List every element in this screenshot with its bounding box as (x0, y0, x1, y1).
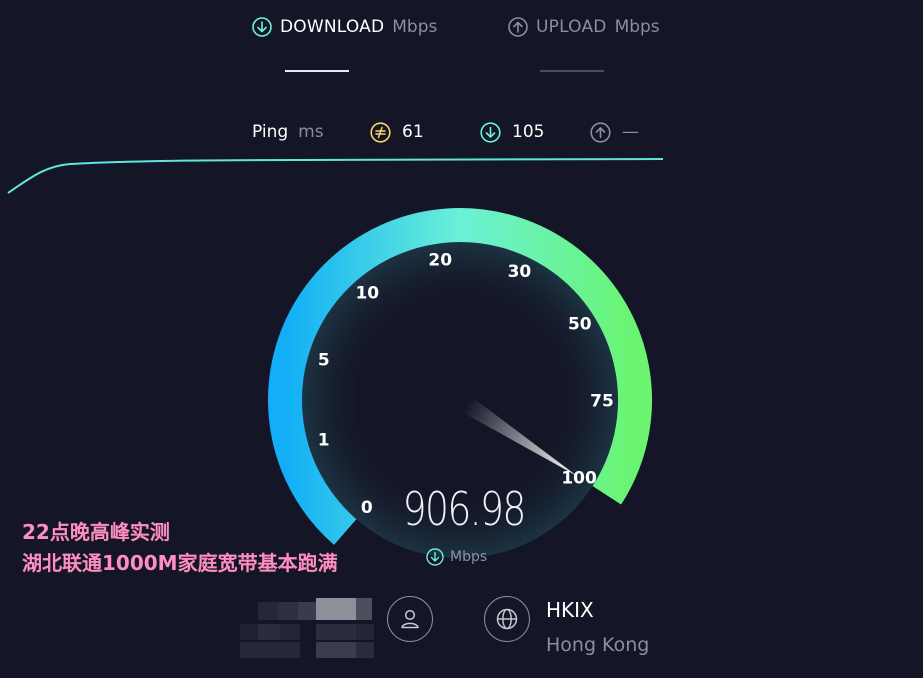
gauge-scale-label: 10 (355, 283, 379, 303)
server-location: Hong Kong (546, 634, 650, 656)
speed-result-unit: Mbps (426, 548, 487, 566)
gauge-scale-label: 75 (590, 392, 614, 412)
gauge-scale-label: 5 (318, 351, 330, 371)
arrow-down-circle-icon (426, 548, 444, 566)
gauge-scale-label: 30 (508, 262, 532, 282)
caption-line-2: 湖北联通1000M家庭宽带基本跑满 (22, 551, 338, 575)
gauge-scale-label: 100 (561, 468, 597, 488)
caption-line-1: 22点晚高峰实测 (22, 520, 170, 544)
user-account-button[interactable] (387, 596, 433, 642)
globe-icon (496, 608, 518, 630)
user-icon (401, 609, 419, 629)
gauge-scale-label: 1 (318, 431, 330, 451)
gauge-scale-label: 0 (361, 498, 373, 518)
gauge-scale-label: 20 (428, 250, 452, 270)
speed-unit-text: Mbps (450, 549, 488, 565)
speed-result: 906.98 (402, 482, 527, 536)
change-server-button[interactable] (484, 596, 530, 642)
isp-name-pixelated (240, 594, 380, 660)
gauge-scale-label: 50 (568, 315, 592, 335)
server-name[interactable]: HKIX (546, 598, 594, 622)
